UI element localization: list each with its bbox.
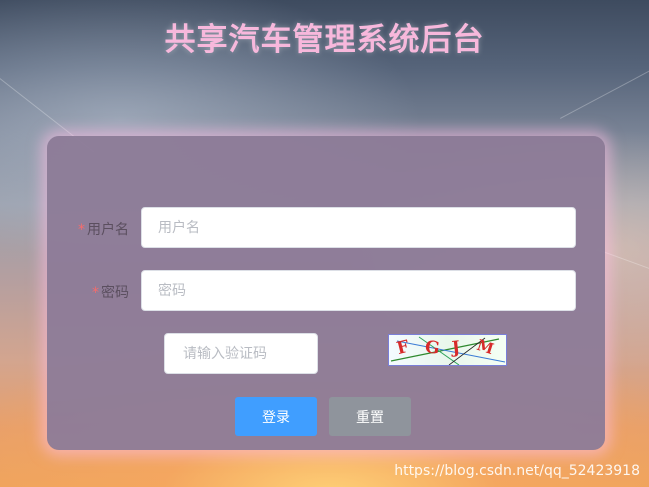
- watermark-url: https://blog.csdn.net/qq_52423918: [394, 463, 640, 479]
- captcha-char: G: [423, 337, 441, 359]
- background-light-ray: [599, 250, 649, 279]
- login-button[interactable]: 登录: [235, 397, 317, 436]
- required-mark: *: [78, 222, 85, 238]
- captcha-image[interactable]: F G J M: [388, 334, 507, 366]
- captcha-input[interactable]: [164, 333, 318, 374]
- username-label: * 用户名: [57, 219, 129, 239]
- login-panel: *用户名 *密码 F G J M 登录 重置: [47, 136, 605, 450]
- reset-button[interactable]: 重置: [329, 397, 411, 436]
- username-input[interactable]: [141, 207, 576, 248]
- password-label: * 密码: [57, 282, 129, 302]
- page-title: 共享汽车管理系统后台: [164, 22, 485, 58]
- required-mark: *: [92, 285, 99, 301]
- password-label-text: 密码: [101, 285, 129, 301]
- username-label-text: 用户名: [87, 222, 129, 238]
- login-page: 共享汽车管理系统后台 *用户名 *密码 F G J M 登录 重置 https:…: [0, 0, 649, 487]
- password-input[interactable]: [141, 270, 576, 311]
- background-light-ray: [560, 66, 649, 119]
